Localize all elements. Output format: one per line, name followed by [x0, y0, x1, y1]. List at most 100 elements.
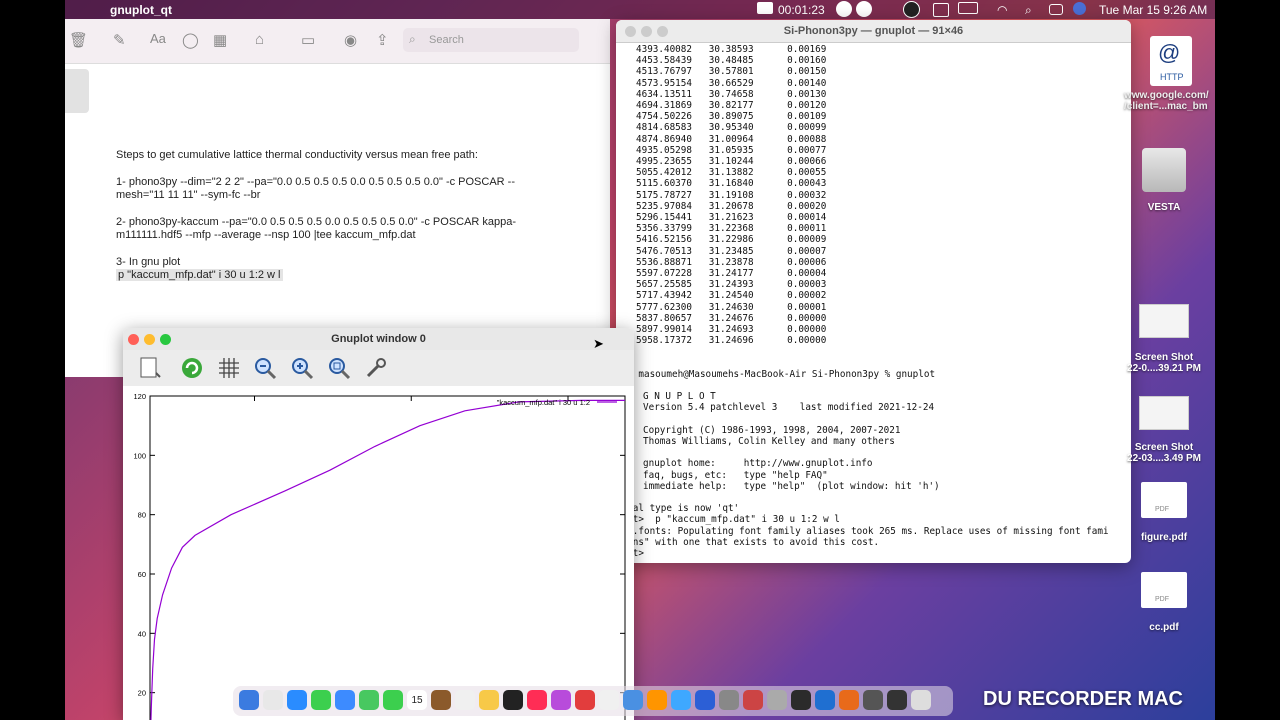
- share-icon[interactable]: ⇪: [376, 31, 389, 49]
- safari-icon[interactable]: [287, 690, 307, 710]
- desktop-icon-label: cc.pdf: [1149, 622, 1179, 633]
- zoom-icon[interactable]: [671, 690, 691, 710]
- terminal-banner-line: Copyright (C) 1986-1993, 1998, 2004, 200…: [643, 424, 901, 436]
- note-content[interactable]: Steps to get cumulative lattice thermal …: [116, 149, 556, 283]
- battery-icon[interactable]: [958, 2, 978, 14]
- legend-label: "kaccum_mfp.dat" i 30 u 1:2: [497, 398, 590, 407]
- pdf-icon: PDF: [1141, 482, 1187, 518]
- export-icon[interactable]: [137, 355, 163, 381]
- terminal-data-row: 5717.43942 31.24540 0.00002: [636, 290, 827, 302]
- gnuplot-title: Gnuplot window 0: [331, 333, 426, 345]
- terminal-data-row: 5356.33799 31.22368 0.00011: [636, 223, 827, 235]
- keynote-icon[interactable]: [623, 690, 643, 710]
- zoom-in-icon[interactable]: [289, 355, 315, 381]
- preview-icon[interactable]: [863, 690, 883, 710]
- launchpad-icon[interactable]: [263, 690, 283, 710]
- spotlight-icon[interactable]: ⌕: [1025, 3, 1032, 18]
- terminal-banner-line: G N U P L O T: [643, 391, 716, 403]
- pdf-icon: PDF: [1141, 572, 1187, 608]
- terminal-data-row: 5476.70513 31.23485 0.00007: [636, 245, 827, 257]
- stop-icon[interactable]: [856, 1, 872, 17]
- notes-search-input[interactable]: ⌕ Search: [403, 28, 579, 52]
- desktop-icon-screenshot[interactable]: Screen Shot 22-0....39.21 PM: [1124, 304, 1204, 374]
- word-icon[interactable]: [815, 690, 835, 710]
- chart: 120 100 80 60 40 20 "kaccum_mfp.dat" i 30 u 1…: [133, 392, 626, 720]
- replot-icon[interactable]: [179, 355, 205, 381]
- news-icon[interactable]: [575, 690, 595, 710]
- highlighted-command: p "kaccum_mfp.dat" i 30 u 1:2 w l: [116, 269, 283, 281]
- help-icon[interactable]: [767, 690, 787, 710]
- settings-wrench-icon[interactable]: [363, 355, 389, 381]
- lock-icon[interactable]: ⌂: [255, 31, 264, 48]
- gnuplot-toolbar: [123, 350, 634, 387]
- teams-icon[interactable]: [695, 690, 715, 710]
- close-button[interactable]: [625, 26, 636, 37]
- xquartz-icon[interactable]: [839, 690, 859, 710]
- terminal-icon[interactable]: [791, 690, 811, 710]
- calendar-icon[interactable]: 15: [407, 690, 427, 710]
- gnuplot-titlebar: Gnuplot window 0: [123, 328, 634, 350]
- recording-timer: 00:01:23: [778, 3, 825, 17]
- control-center-icon[interactable]: [1049, 4, 1063, 15]
- app-name[interactable]: gnuplot_qt: [110, 3, 172, 17]
- terminal-data-row: 4694.31869 30.82177 0.00120: [636, 100, 827, 111]
- collaborate-icon[interactable]: ◉: [344, 31, 357, 49]
- reminders-icon[interactable]: [455, 690, 475, 710]
- notes-brown-icon[interactable]: [431, 690, 451, 710]
- documents-icon[interactable]: [911, 690, 931, 710]
- gnuplot-icon[interactable]: [887, 690, 907, 710]
- mail-icon[interactable]: [335, 690, 355, 710]
- notes-sidebar-selection[interactable]: [65, 69, 89, 113]
- terminal-output-line: "Sans" with one that exists to avoid thi…: [616, 536, 880, 548]
- apple-tv-icon[interactable]: [503, 690, 523, 710]
- skype-icon[interactable]: [903, 1, 920, 18]
- terminal-data-row: 5536.88871 31.23878 0.00006: [636, 256, 827, 268]
- zoom-fit-icon[interactable]: [326, 355, 352, 381]
- zoom-button[interactable]: [657, 26, 668, 37]
- pause-icon[interactable]: [836, 1, 852, 17]
- music-icon[interactable]: [527, 690, 547, 710]
- zoom-out-icon[interactable]: [252, 355, 278, 381]
- notes-window: 🗑 ✎ Aa ◯ ▦ ⌂ ▭ ◉ ⇪ ⌕ Search Steps to get…: [65, 19, 610, 377]
- format-text-icon[interactable]: Aa: [150, 31, 166, 46]
- minimize-button[interactable]: [144, 334, 155, 345]
- media-icon[interactable]: ▭: [301, 31, 315, 49]
- terminal-data-row: 5235.97084 31.20678 0.00020: [636, 200, 827, 212]
- app-store-icon[interactable]: [599, 690, 619, 710]
- desktop-icon-screenshot[interactable]: Screen Shot 22-03....3.49 PM: [1124, 396, 1204, 464]
- system-preferences-icon[interactable]: [719, 690, 739, 710]
- maps-icon[interactable]: [359, 690, 379, 710]
- wifi-icon[interactable]: ◠: [997, 3, 1007, 17]
- podcasts-icon[interactable]: [551, 690, 571, 710]
- terminal-title: Si-Phonon3py — gnuplot — 91×46: [783, 25, 964, 37]
- desktop-icon-vesta[interactable]: VESTA: [1124, 148, 1204, 213]
- notes-toolbar: 🗑 ✎ Aa ◯ ▦ ⌂ ▭ ◉ ⇪ ⌕ Search: [65, 19, 610, 64]
- datetime[interactable]: Tue Mar 15 9:26 AM: [1099, 3, 1207, 17]
- close-button[interactable]: [128, 334, 139, 345]
- user-avatar-icon[interactable]: [1073, 2, 1086, 15]
- plot-area[interactable]: 120 100 80 60 40 20 "kaccum_mfp.dat" i 30 u 1…: [123, 386, 634, 720]
- desktop-icon-webloc[interactable]: @ HTTP www.google.com/ /client=...mac_bm: [1124, 36, 1215, 112]
- messages-icon[interactable]: [311, 690, 331, 710]
- misc-app-icon[interactable]: [743, 690, 763, 710]
- notes-icon[interactable]: [479, 690, 499, 710]
- desktop-icon-cc-pdf[interactable]: PDF cc.pdf: [1124, 572, 1204, 633]
- screenshot-icon: [1139, 304, 1189, 338]
- display-icon[interactable]: [933, 3, 949, 17]
- recording-icon[interactable]: [757, 2, 773, 14]
- terminal-output[interactable]: 4393.40082 30.38593 0.00169 4453.58439 30…: [616, 44, 1131, 563]
- terminal-banner-line: Version 5.4 patchlevel 3 last modified 2…: [643, 402, 935, 414]
- facetime-icon[interactable]: [383, 690, 403, 710]
- table-icon[interactable]: ▦: [213, 31, 227, 49]
- grid-icon[interactable]: [216, 355, 242, 381]
- desktop-icon-figure-pdf[interactable]: PDF figure.pdf: [1124, 482, 1204, 543]
- numbers-icon[interactable]: [647, 690, 667, 710]
- trash-icon[interactable]: 🗑: [69, 31, 88, 49]
- minimize-button[interactable]: [641, 26, 652, 37]
- checklist-icon[interactable]: ◯: [182, 31, 199, 49]
- finder-icon[interactable]: [239, 690, 259, 710]
- terminal-data-row: 5115.60370 31.16840 0.00043: [636, 178, 827, 190]
- compose-icon[interactable]: ✎: [113, 31, 126, 49]
- zoom-button[interactable]: [160, 334, 171, 345]
- terminal-data-row: 4573.95154 30.66529 0.00140: [636, 77, 827, 89]
